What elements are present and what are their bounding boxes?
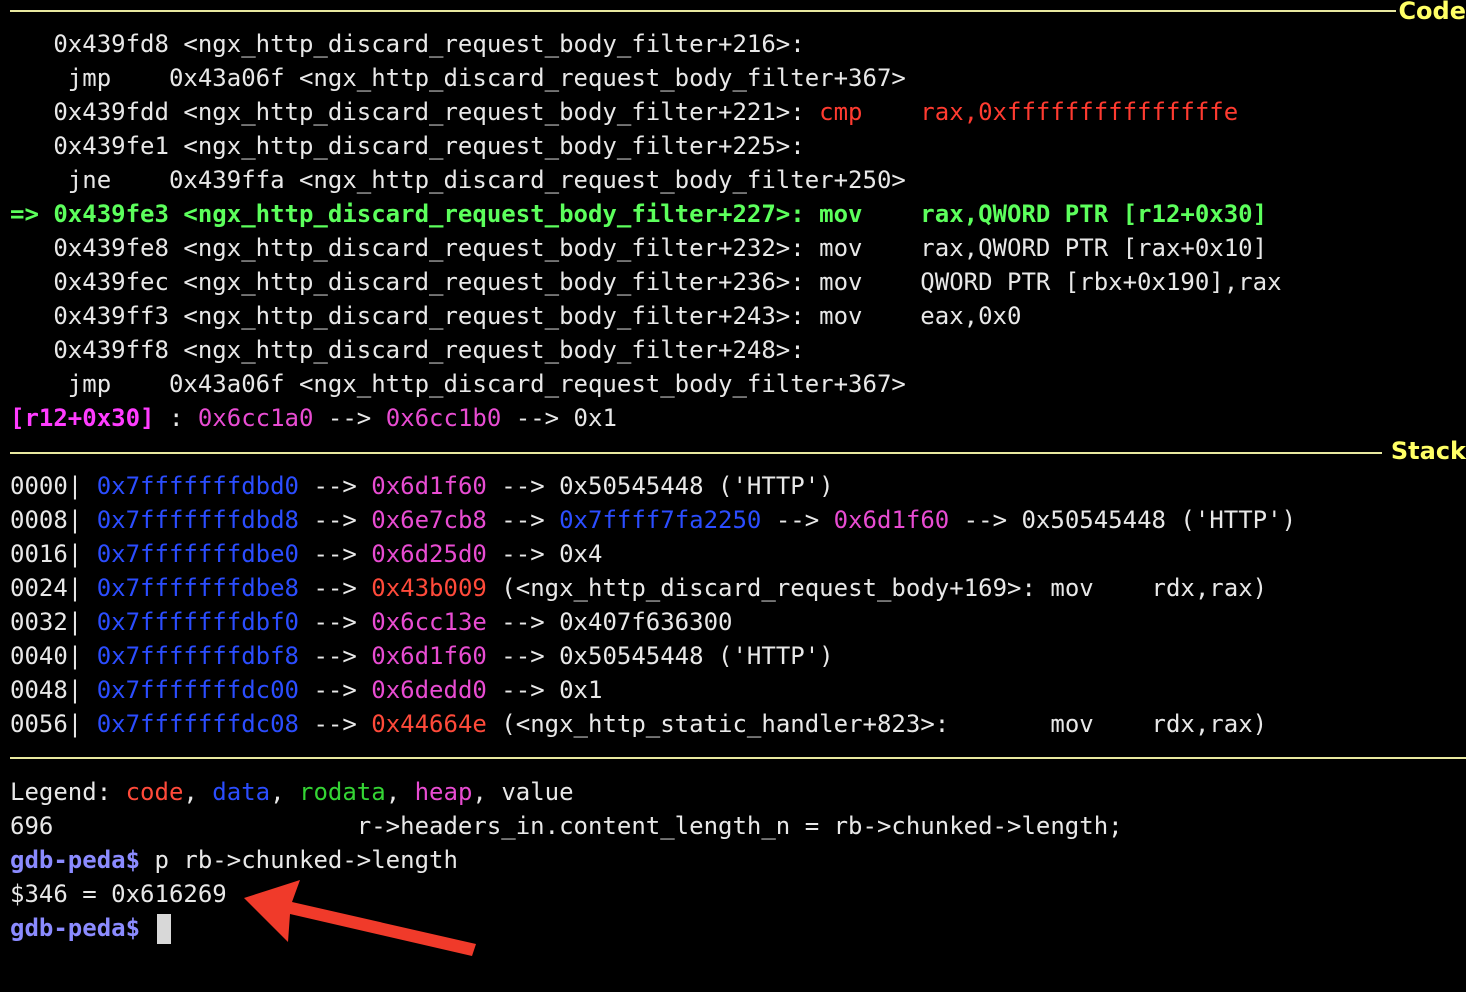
arrow-shape [244, 880, 476, 956]
red-annotation-arrow-icon [244, 880, 476, 956]
